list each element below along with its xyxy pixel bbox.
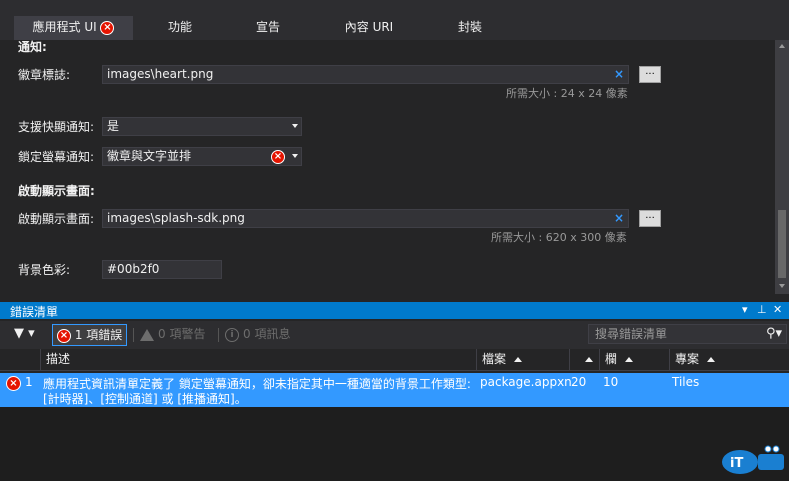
search-placeholder: 搜尋錯誤清單 [595, 327, 668, 341]
browse-badge-logo-button[interactable]: ... [639, 66, 661, 83]
search-icon[interactable]: ⚲▾ [766, 325, 782, 343]
warnings-filter-label: 0 項警告 [158, 327, 206, 341]
column-header-file[interactable]: 檔案 [476, 349, 569, 371]
error-list-title: 錯誤清單 [10, 305, 59, 319]
error-icon: × [6, 376, 21, 391]
pin-icon[interactable]: ⊥ [757, 303, 767, 316]
close-icon[interactable]: ✕ [773, 303, 782, 316]
toast-capable-label: 支援快顯通知: [18, 120, 95, 134]
vertical-scrollbar[interactable] [775, 40, 789, 294]
row-project: Tiles [672, 375, 700, 389]
scrollbar-thumb[interactable] [778, 210, 786, 278]
background-color-value: #00b2f0 [107, 262, 160, 276]
toast-capable-value: 是 [107, 119, 120, 133]
svg-text:iT: iT [730, 456, 743, 471]
error-list-header: 描述 檔案 欄 專案 [0, 349, 789, 371]
tab-content-uris[interactable]: 內容 URI [334, 16, 404, 40]
search-error-list-input[interactable]: 搜尋錯誤清單 ⚲▾ [588, 324, 787, 344]
sort-ascending-icon [585, 357, 593, 362]
scroll-down-icon[interactable] [779, 284, 785, 288]
filter-icon[interactable]: ▼ ▾ [10, 324, 39, 346]
messages-filter-button[interactable]: i 0 項訊息 [221, 324, 294, 346]
toast-capable-dropdown[interactable]: 是 [102, 117, 302, 136]
tab-label: 功能 [167, 20, 192, 34]
window-dropdown-icon[interactable]: ▾ [742, 303, 748, 316]
splash-screen-field[interactable]: images\splash-sdk.png × [102, 209, 629, 228]
errors-filter-label: 1 項錯誤 [74, 328, 123, 342]
lock-screen-dropdown[interactable]: 徽章與文字並排 × [102, 147, 302, 166]
tab-label: 應用程式 UI [32, 20, 97, 34]
column-header-label: 檔案 [482, 352, 507, 366]
warnings-filter-button[interactable]: 0 項警告 [136, 324, 209, 346]
toolbar-separator [133, 328, 134, 342]
error-list-window: 錯誤清單 ▾ ⊥ ✕ ▼ ▾ × 1 項錯誤 0 項警告 i 0 項訊息 搜尋錯誤… [0, 294, 789, 481]
chevron-down-icon [292, 154, 298, 158]
errors-filter-button[interactable]: × 1 項錯誤 [52, 324, 128, 346]
sort-ascending-icon [514, 357, 523, 362]
sort-ascending-icon [707, 357, 716, 362]
scroll-up-icon[interactable] [779, 44, 785, 48]
column-header-label: 欄 [605, 352, 618, 366]
chevron-down-icon [292, 124, 298, 128]
background-color-field[interactable]: #00b2f0 [102, 260, 222, 279]
error-list-toolbar: ▼ ▾ × 1 項錯誤 0 項警告 i 0 項訊息 搜尋錯誤清單 ⚲▾ [0, 321, 789, 349]
error-icon: × [100, 20, 115, 35]
clear-icon[interactable]: × [614, 210, 624, 227]
error-list-titlebar: 錯誤清單 ▾ ⊥ ✕ [0, 302, 789, 319]
ithome-logo-icon: iT [722, 445, 784, 474]
messages-filter-label: 0 項訊息 [243, 327, 291, 341]
browse-splash-screen-button[interactable]: ... [639, 210, 661, 227]
tab-declarations[interactable]: 宣告 [240, 16, 296, 40]
splash-screen-value: images\splash-sdk.png [107, 211, 245, 225]
badge-logo-size-hint: 所需大小 : 24 x 24 像素 [506, 87, 628, 100]
lock-screen-value: 徽章與文字並排 [107, 149, 192, 163]
info-icon: i [225, 327, 239, 342]
tab-capabilities[interactable]: 功能 [150, 16, 210, 40]
column-header-label: 專案 [675, 352, 700, 366]
row-file: package.appxn [480, 375, 572, 389]
badge-logo-value: images\heart.png [107, 67, 214, 81]
error-icon: × [57, 328, 71, 343]
column-header-label: 描述 [46, 352, 71, 366]
tab-label: 宣告 [255, 20, 280, 34]
error-icon: × [271, 150, 285, 164]
column-header-project[interactable]: 專案 [669, 349, 789, 371]
tab-packaging[interactable]: 封裝 [442, 16, 498, 40]
tab-application-ui[interactable]: 應用程式 UI × [14, 16, 133, 40]
badge-logo-label: 徽章標誌: [18, 68, 71, 82]
lock-screen-label: 鎖定螢幕通知: [18, 150, 95, 164]
toolbar-separator [218, 328, 219, 342]
background-color-label: 背景色彩: [18, 263, 71, 277]
tab-label: 封裝 [457, 20, 482, 34]
document-tab-bar: 應用程式 UI × 功能 宣告 內容 URI 封裝 [0, 0, 789, 40]
sort-ascending-icon [625, 357, 634, 362]
row-description-line2: [計時器]、[控制通道] 或 [推播通知]。 [43, 392, 247, 406]
warning-icon [140, 328, 154, 341]
column-header-column[interactable]: 欄 [599, 349, 669, 371]
splash-screen-label: 啟動顯示畫面: [18, 212, 95, 226]
splash-screen-size-hint: 所需大小 : 620 x 300 像素 [491, 231, 627, 244]
manifest-designer-panel: 通知: 徽章標誌: images\heart.png × ... 所需大小 : … [0, 40, 789, 294]
row-column: 10 [603, 375, 619, 389]
row-line: 20 [571, 375, 587, 389]
row-index: 1 [25, 375, 33, 389]
section-heading-notifications: 通知: [18, 40, 47, 54]
column-header-line[interactable] [569, 349, 599, 371]
column-header-description[interactable]: 描述 [40, 349, 476, 371]
tab-label: 內容 URI [344, 20, 394, 34]
section-heading-splash-screen: 啟動顯示畫面: [18, 184, 95, 198]
table-row[interactable]: × 1 應用程式資訊清單定義了 鎖定螢幕通知，卻未指定其中一種適當的背景工作類型… [0, 373, 789, 407]
error-list-empty-area [0, 407, 789, 481]
badge-logo-field[interactable]: images\heart.png × [102, 65, 629, 84]
clear-icon[interactable]: × [614, 66, 624, 83]
